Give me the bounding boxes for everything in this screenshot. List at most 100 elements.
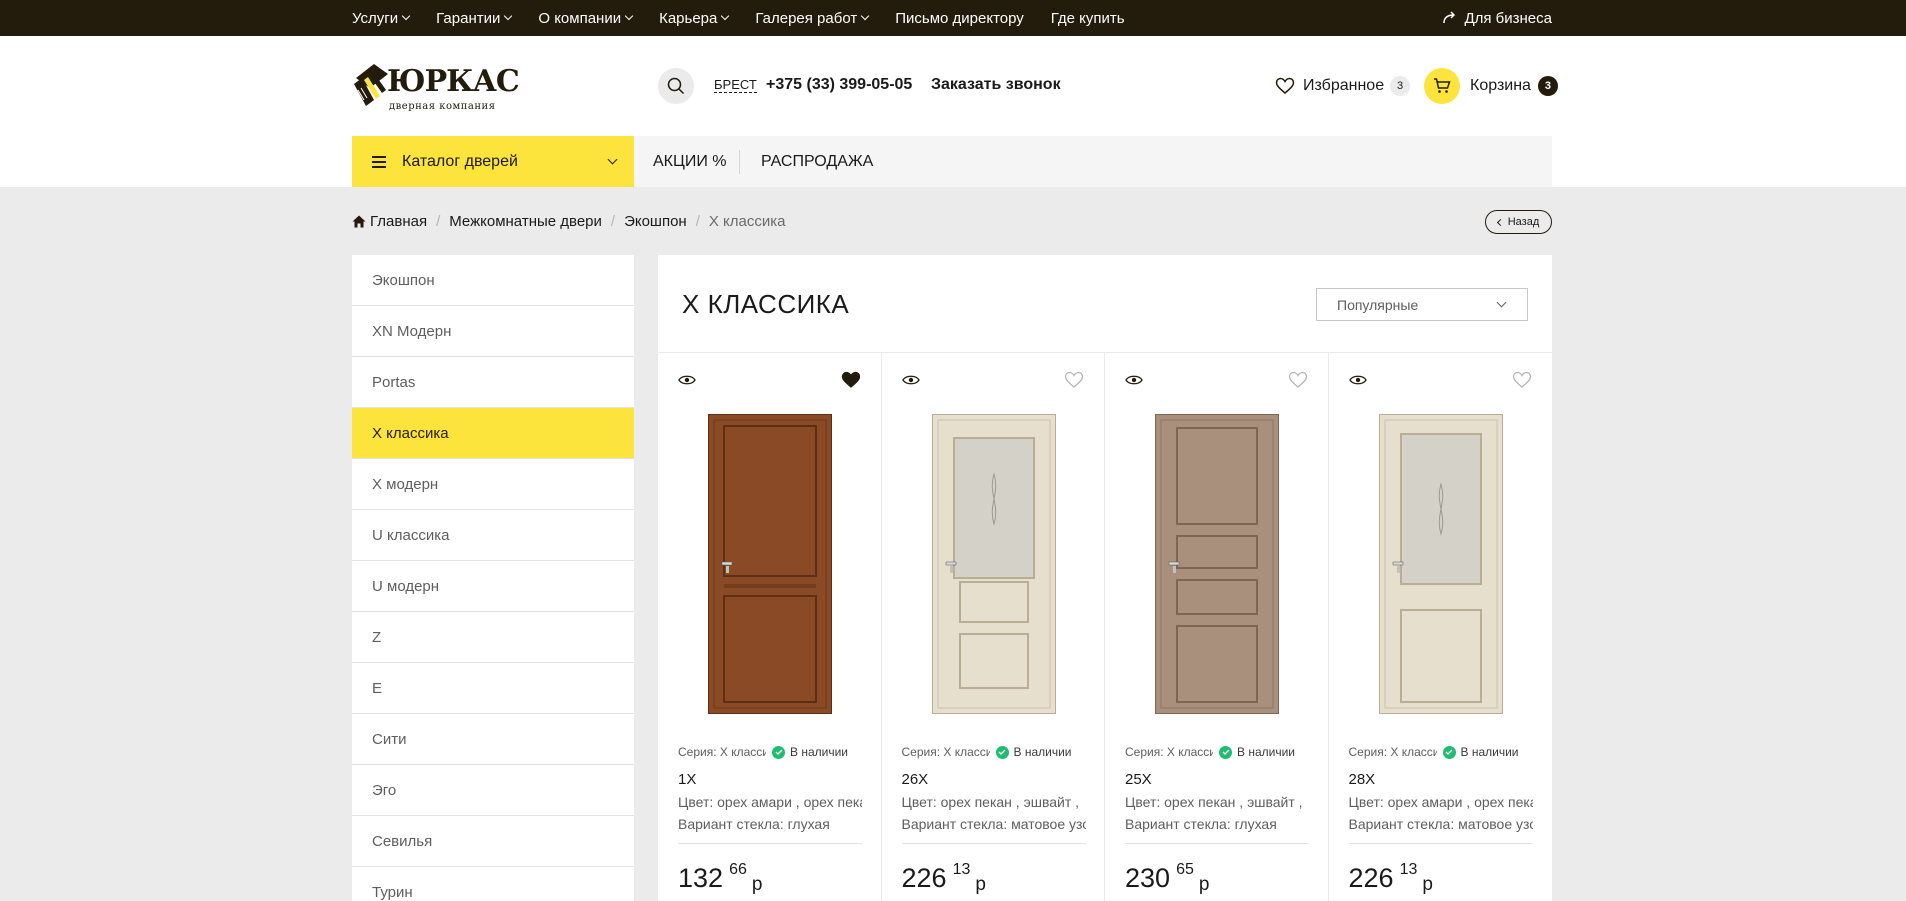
favorites-link[interactable]: Избранное 3: [1275, 69, 1411, 103]
chevron-down-icon: [401, 11, 411, 21]
sidebar-item[interactable]: Эго: [352, 765, 634, 816]
favorite-heart-icon[interactable]: [1512, 371, 1532, 394]
stock-status: В наличии: [995, 745, 1072, 759]
chevron-down-icon: [721, 11, 730, 21]
callback-button[interactable]: Заказать звонок: [931, 76, 1061, 94]
product-model[interactable]: 25X: [1125, 771, 1152, 788]
share-arrow-icon: [1443, 11, 1456, 24]
product-model[interactable]: 1X: [678, 771, 696, 788]
chevron-down-icon: [624, 11, 634, 21]
sidebar-item[interactable]: XN Модерн: [352, 306, 634, 357]
search-icon: [667, 77, 685, 95]
home-icon: [352, 215, 366, 228]
back-label: Назад: [1507, 216, 1540, 228]
price-currency: р: [1422, 874, 1433, 895]
top-nav-item[interactable]: Гарантии: [436, 10, 513, 27]
product-card[interactable]: Серия: X классика В наличии 1X Цвет: орех а…: [658, 353, 882, 901]
favorite-heart-icon[interactable]: [841, 371, 861, 394]
sidebar-item[interactable]: Турин: [352, 867, 634, 901]
quick-view-eye-icon[interactable]: [1125, 373, 1143, 391]
nav-divider: [739, 150, 740, 174]
stock-label: В наличии: [1460, 745, 1519, 759]
top-nav-label: Услуги: [352, 9, 399, 27]
door-image[interactable]: [930, 413, 1057, 715]
favorite-heart-icon[interactable]: [1064, 371, 1084, 394]
top-nav-item[interactable]: О компании: [538, 10, 634, 27]
sidebar-item[interactable]: U модерн: [352, 561, 634, 612]
nav-link-sale[interactable]: РАСПРОДАЖА: [761, 136, 873, 187]
product-card[interactable]: Серия: X классика В наличии 26X Цвет: орех …: [882, 353, 1105, 901]
price-currency: р: [751, 874, 763, 895]
top-nav-item[interactable]: Где купить: [1051, 10, 1125, 27]
breadcrumb-ecoshpon[interactable]: Экошпон: [624, 213, 687, 230]
sidebar-item[interactable]: X модерн: [352, 459, 634, 510]
product-model[interactable]: 28X: [1349, 771, 1376, 788]
quick-view-eye-icon[interactable]: [901, 373, 920, 391]
breadcrumb-separator: /: [695, 213, 700, 230]
quick-view-eye-icon[interactable]: [1348, 373, 1367, 391]
check-icon: [772, 745, 785, 759]
top-nav-label: Письмо директору: [895, 9, 1024, 27]
catalog-button[interactable]: Каталог дверей: [352, 136, 634, 187]
for-business-link[interactable]: Для бизнеса: [1442, 0, 1552, 36]
product-price: 226 13 р: [902, 861, 986, 895]
check-icon: [1219, 745, 1232, 759]
city-selector[interactable]: БРЕСТ: [714, 77, 757, 93]
price-kopecks: 66: [729, 861, 747, 878]
sort-selected-value: Популярные: [1337, 296, 1419, 313]
search-button[interactable]: [658, 68, 694, 104]
chevron-down-icon: [860, 11, 870, 21]
breadcrumb-home[interactable]: Главная: [370, 213, 427, 230]
product-meta: Серия: X классика В наличии: [678, 745, 862, 759]
sort-select[interactable]: Популярные: [1316, 288, 1528, 321]
check-icon: [995, 745, 1009, 759]
sidebar-item[interactable]: Севилья: [352, 816, 634, 867]
top-nav-item[interactable]: Услуги: [352, 9, 411, 27]
cart-icon-circle: [1424, 68, 1460, 104]
catalog-label: Каталог дверей: [402, 152, 518, 170]
price-kopecks: 13: [952, 861, 971, 878]
cart-label: Корзина: [1470, 77, 1531, 94]
sidebar-item[interactable]: U классика: [352, 510, 634, 561]
quick-view-eye-icon[interactable]: [678, 373, 696, 391]
phone-number[interactable]: +375 (33) 399-05-05: [766, 76, 912, 94]
price-kopecks: 13: [1399, 861, 1418, 878]
logo[interactable]: ЮРКАС дверная компания: [352, 60, 520, 120]
product-color: Цвет: орех амари , орех пекан: [678, 794, 862, 810]
sidebar-item[interactable]: E: [352, 663, 634, 714]
menu-icon: [372, 153, 386, 171]
product-glass: Вариант стекла: матовое узор: [1348, 816, 1533, 832]
price-currency: р: [975, 874, 986, 895]
price-rubles: 132: [678, 863, 724, 893]
card-divider: [901, 843, 1086, 844]
back-button[interactable]: Назад: [1485, 210, 1552, 234]
top-nav-item[interactable]: Письмо директору: [895, 10, 1024, 27]
stock-status: В наличии: [1219, 745, 1295, 759]
sidebar-item[interactable]: X классика: [352, 408, 634, 459]
price-rubles: 230: [1125, 863, 1171, 893]
product-glass: Вариант стекла: глухая: [678, 816, 830, 832]
product-model[interactable]: 26X: [902, 771, 929, 788]
product-card[interactable]: Серия: X классика В наличии 25X Цвет: орех …: [1105, 353, 1329, 901]
nav-link-promotions[interactable]: АКЦИИ %: [653, 136, 727, 187]
door-image[interactable]: [707, 413, 833, 715]
favorite-heart-icon[interactable]: [1288, 371, 1308, 394]
door-image[interactable]: [1154, 413, 1280, 715]
sidebar-item[interactable]: Z: [352, 612, 634, 663]
top-nav-item[interactable]: Галерея работ: [755, 10, 870, 27]
sidebar-item[interactable]: Portas: [352, 357, 634, 408]
door-image[interactable]: [1377, 413, 1504, 715]
product-meta: Серия: X классика В наличии: [1125, 745, 1309, 759]
favorites-label: Избранное: [1303, 77, 1385, 94]
price-kopecks: 65: [1176, 861, 1194, 878]
stock-status: В наличии: [772, 745, 848, 759]
favorites-count-badge: 3: [1390, 76, 1411, 96]
top-nav-item[interactable]: Карьера: [659, 10, 730, 27]
sidebar-item[interactable]: Экошпон: [352, 255, 634, 306]
sidebar-item[interactable]: Сити: [352, 714, 634, 765]
cart-link[interactable]: Корзина 3: [1424, 68, 1558, 104]
stock-label: В наличии: [790, 745, 849, 759]
breadcrumb-interior-doors[interactable]: Межкомнатные двери: [449, 213, 602, 230]
product-card[interactable]: Серия: X классика В наличии 28X Цвет: орех …: [1329, 353, 1553, 901]
chevron-left-icon: [1496, 218, 1504, 226]
